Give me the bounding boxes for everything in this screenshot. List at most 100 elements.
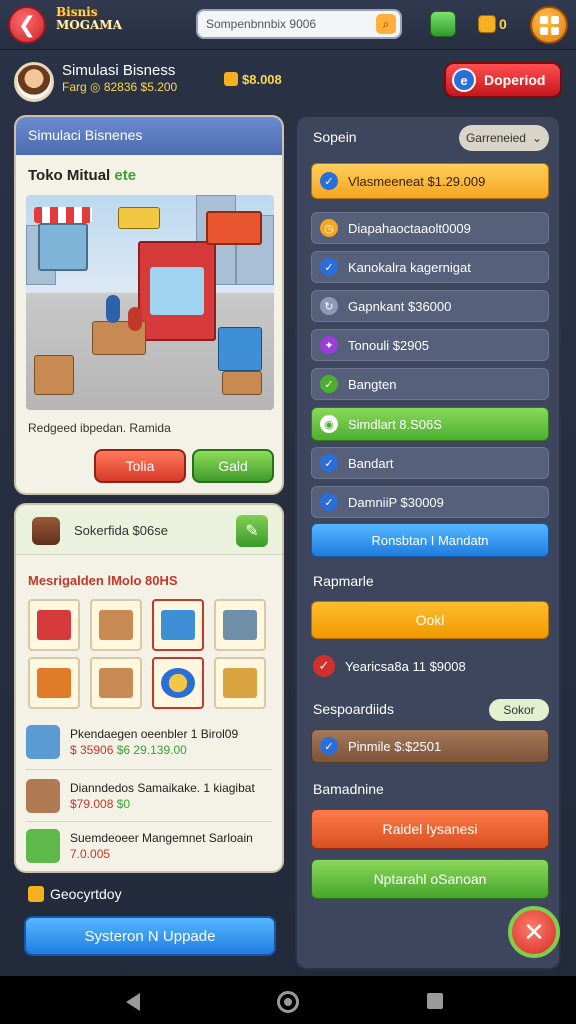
- check-icon: ✓: [320, 493, 338, 511]
- inventory-item[interactable]: [214, 657, 266, 709]
- player-money: $8.008: [224, 72, 282, 87]
- action-item[interactable]: ✓ Vlasmeeneat $1.29.009: [311, 163, 549, 199]
- check-icon: ✓: [320, 172, 338, 190]
- action-item-label: Vlasmeeneat $1.29.009: [348, 173, 486, 189]
- store-sell-button[interactable]: Tolia: [94, 449, 186, 483]
- coin-value: 0: [499, 16, 507, 32]
- search-input[interactable]: Sompenbnnbix 9006 ⌕: [196, 9, 402, 39]
- action-item-label: Gapnkant $36000: [348, 298, 452, 314]
- action-item-label: Bangten: [348, 376, 397, 392]
- list-item-values: $79.008 $0: [70, 797, 130, 811]
- orange-action-button[interactable]: Raidel Iysanesi: [311, 809, 549, 849]
- nav-back-icon[interactable]: [126, 993, 140, 1011]
- action-item-label: DamniiP $30009: [348, 494, 444, 510]
- action-item[interactable]: ✓ Bangten: [311, 368, 549, 400]
- status-row-label: Yearicsa8a 11 $9008: [345, 658, 466, 674]
- list-item[interactable]: Pkendaegen oeenbler 1 Birol09 $ 35906 $6…: [26, 723, 272, 771]
- money-value: $8.008: [242, 72, 282, 87]
- game-logo: Bisnis MOGAMA: [56, 6, 136, 42]
- action-item[interactable]: ✦ Tonouli $2905: [311, 329, 549, 361]
- section-title: Sespoardiids: [313, 701, 394, 717]
- store-scene-illustration[interactable]: [26, 195, 274, 410]
- check-icon: ✓: [320, 375, 338, 393]
- action-item[interactable]: ◷ Diapahaoctaaolt0009: [311, 212, 549, 244]
- compass-item[interactable]: [152, 657, 204, 709]
- close-button[interactable]: ✕: [508, 906, 560, 958]
- inventory-header-text: Sokerfida $06se: [74, 523, 168, 538]
- check-icon: ✓: [313, 655, 335, 677]
- player-name: Simulasi Bisness: [62, 62, 176, 79]
- clock-icon: ◷: [320, 219, 338, 237]
- green-action-button[interactable]: Nptarahl oSanoan: [311, 859, 549, 899]
- list-avatar: [26, 829, 60, 863]
- menu-grid-button[interactable]: [530, 6, 568, 44]
- inventory-header: Sokerfida $06se ✎: [16, 505, 282, 555]
- search-icon[interactable]: ⌕: [376, 14, 396, 34]
- camera-icon: ◉: [320, 415, 338, 433]
- security-label-text: Geocyrtdoy: [50, 886, 122, 902]
- list-item[interactable]: Dianndedos Samaikake. 1 kiagibat $79.008…: [26, 777, 272, 825]
- brown-item[interactable]: ✓ Pinmile $:$2501: [311, 729, 549, 763]
- list-item-price: 7.0.005: [70, 847, 111, 861]
- list-item-price: $79.008: [70, 797, 114, 811]
- refresh-icon: ↻: [320, 297, 338, 315]
- search-placeholder: Sompenbnnbix 9006: [206, 17, 317, 31]
- shield-icon: [28, 886, 44, 902]
- back-button[interactable]: ❮: [8, 6, 46, 44]
- action-item-label: Ronsbtan I Mandatn: [371, 532, 489, 548]
- list-item-values: $ 35906 $6 29.139.00: [70, 743, 187, 757]
- action-item[interactable]: ◉ Simdlart 8.S06S: [311, 407, 549, 441]
- coin-counter: 0: [478, 12, 518, 36]
- store-caption: Redgeed ibpedan. Ramida: [28, 421, 171, 435]
- coin-icon: [478, 15, 496, 33]
- list-item-values: 7.0.005: [70, 847, 110, 861]
- sekor-button[interactable]: Sokor: [489, 699, 549, 721]
- action-item-primary[interactable]: Ronsbtan I Mandatn: [311, 523, 549, 557]
- gem-icon[interactable]: [430, 11, 456, 37]
- list-item-title: Pkendaegen oeenbler 1 Birol09: [70, 727, 239, 741]
- store-title-accent: ete: [114, 167, 137, 184]
- check-icon: ✓: [320, 737, 338, 755]
- money-icon: [224, 72, 238, 86]
- action-item[interactable]: ✓ Kanokalra kagernigat: [311, 251, 549, 283]
- filter-dropdown[interactable]: Garreneied ⌄: [459, 125, 549, 151]
- inventory-item[interactable]: [90, 599, 142, 651]
- edit-button[interactable]: ✎: [236, 515, 268, 547]
- action-item-label: Kanokalra kagernigat: [348, 259, 471, 275]
- brown-item-label: Pinmile $:$2501: [348, 738, 442, 754]
- filter-dropdown-value: Garreneied: [465, 131, 526, 145]
- nav-recent-icon[interactable]: [427, 993, 443, 1009]
- action-item[interactable]: ✓ DamniiP $30009: [311, 486, 549, 518]
- list-item-price: $ 35906: [70, 743, 114, 757]
- right-panel: Sopein Garreneied ⌄ ✓ Vlasmeeneat $1.29.00…: [295, 115, 561, 970]
- bag-icon: [32, 517, 60, 545]
- list-avatar: [26, 779, 60, 813]
- chevron-down-icon: ⌄: [531, 131, 543, 145]
- action-item[interactable]: ↻ Gapnkant $36000: [311, 290, 549, 322]
- action-item[interactable]: ✓ Bandart: [311, 447, 549, 479]
- system-upgrade-button[interactable]: Systeron N Uppade: [24, 916, 276, 956]
- inventory-item[interactable]: [90, 657, 142, 709]
- inventory-item[interactable]: [214, 599, 266, 651]
- download-button[interactable]: e Doperiod: [444, 62, 562, 98]
- store-title-text: Toko Mitual: [28, 167, 111, 184]
- inventory-item[interactable]: [28, 657, 80, 709]
- store-card: Simulaci Bisnenes Toko Mitual ete Redgee…: [14, 115, 284, 495]
- list-item-title: Suemdeoeer Mangemnet Sarloain: [70, 831, 253, 845]
- inventory-item-selected[interactable]: [152, 599, 204, 651]
- list-avatar: [26, 725, 60, 759]
- ok-button[interactable]: Ookl: [311, 601, 549, 639]
- list-item[interactable]: Suemdeoeer Mangemnet Sarloain 7.0.005: [26, 827, 272, 871]
- list-item-total: $0: [116, 797, 131, 811]
- right-panel-title: Sopein: [313, 129, 357, 145]
- store-buy-button[interactable]: Gald: [192, 449, 274, 483]
- player-avatar[interactable]: [14, 62, 54, 102]
- section-title: Rapmarle: [313, 573, 374, 589]
- check-icon: ✓: [320, 258, 338, 276]
- pencil-icon: ✎: [245, 523, 259, 540]
- inventory-title: Mesrigalden lMolo 80HS: [28, 573, 178, 588]
- nav-home-icon[interactable]: [277, 991, 299, 1013]
- store-title: Toko Mitual ete: [28, 167, 136, 184]
- download-label: Doperiod: [484, 72, 546, 88]
- inventory-item[interactable]: [28, 599, 80, 651]
